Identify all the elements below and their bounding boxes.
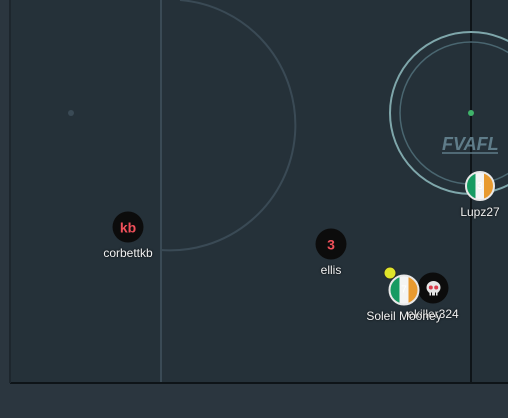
pitch: FVAFL (9, 0, 508, 384)
player-name-ellis: ellis (320, 263, 342, 277)
token-text: kb (119, 219, 137, 235)
field-logo: FVAFL (442, 134, 499, 154)
center-spot (468, 110, 474, 116)
player-token-lupz27[interactable]: 3 (465, 171, 495, 201)
player-token-corbettkb[interactable]: kb (112, 211, 144, 243)
player-name-soleil: Soleil Mooney (366, 309, 442, 323)
pitch-surface (10, 0, 508, 383)
token-text: 3 (477, 180, 483, 192)
player-token-soleil[interactable]: 7 (388, 274, 420, 306)
skull-icon (426, 280, 440, 295)
left-penalty-spot (68, 110, 74, 116)
player-token-ellis[interactable]: 3 (315, 228, 347, 260)
player-name-corbettkb: corbettkb (103, 246, 153, 260)
token-text: 3 (327, 236, 335, 252)
token-text: 7 (401, 284, 407, 296)
player-name-lupz27: Lupz27 (460, 205, 500, 219)
field-logo-text: FVAFL (442, 134, 499, 154)
ball (383, 266, 397, 280)
player-token-ekiller324[interactable] (417, 272, 449, 304)
